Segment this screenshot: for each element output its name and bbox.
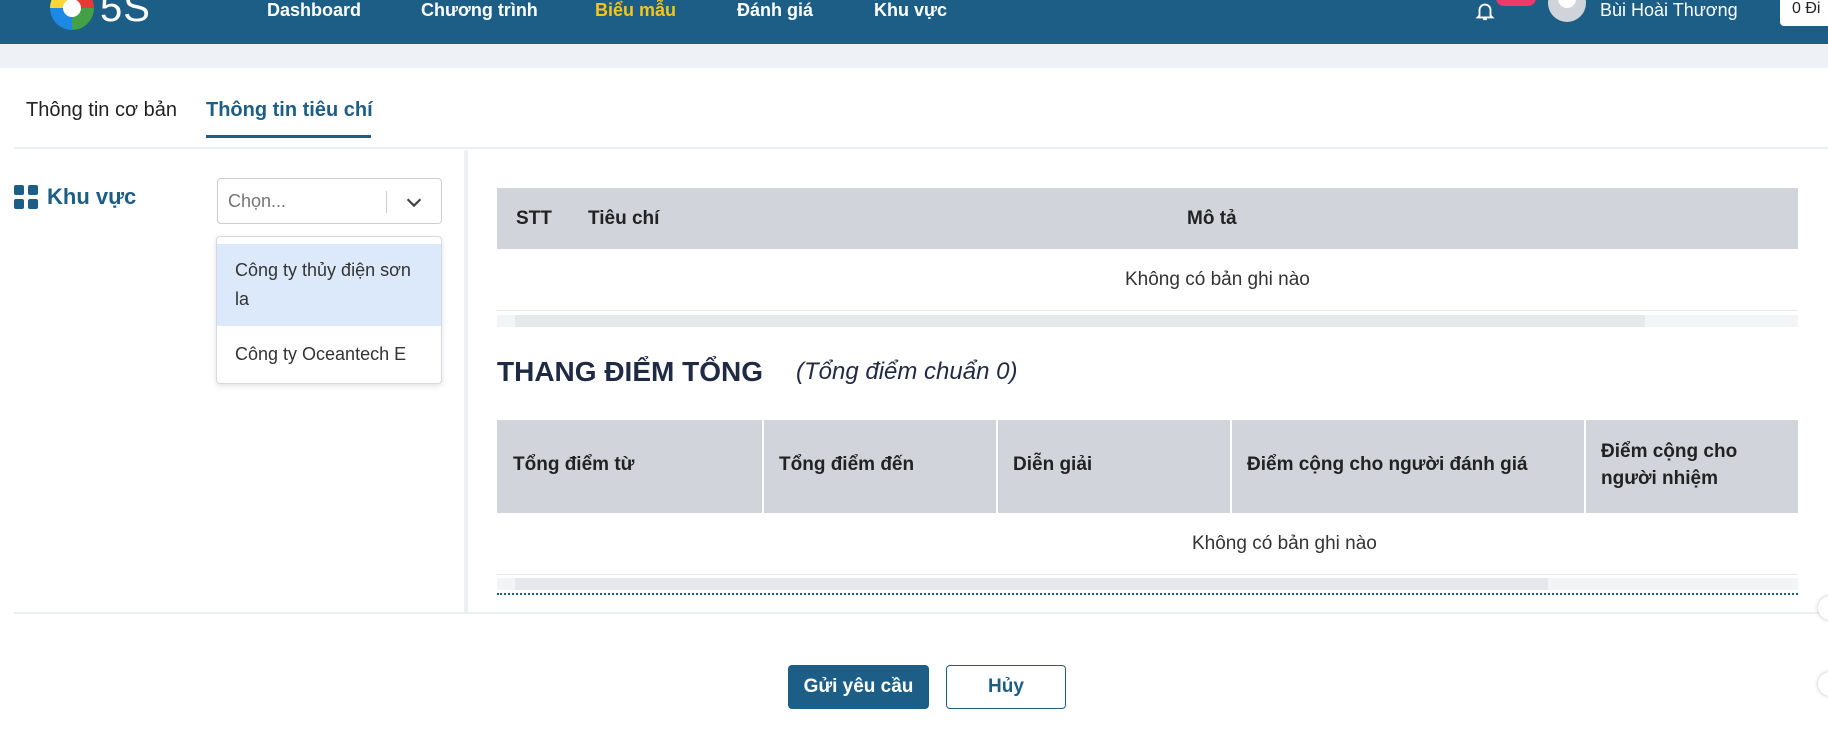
column-divider	[1230, 420, 1232, 513]
tab-basic-info[interactable]: Thông tin cơ bản	[26, 99, 177, 122]
top-navigation-bar: 5S Dashboard Chương trình Biểu mẫu Đánh …	[0, 0, 1828, 44]
totals-table-body: Không có bản ghi nào	[497, 513, 1798, 575]
area-option[interactable]: Công ty Oceantech E	[217, 326, 441, 383]
criteria-table-header: STT Tiêu chí Mô tả	[497, 188, 1798, 249]
column-header-evaluator-bonus: Điểm cộng cho người đánh giá	[1247, 454, 1528, 475]
area-select[interactable]	[217, 178, 442, 224]
area-dropdown-menu: Công ty thủy điện sơn la Công ty Oceante…	[216, 236, 442, 384]
column-header-description: Mô tả	[1187, 208, 1237, 229]
column-divider	[996, 420, 998, 513]
area-label: Khu vực	[47, 184, 137, 209]
column-header-to: Tổng điểm đến	[779, 454, 915, 475]
column-header-from: Tổng điểm từ	[513, 454, 635, 475]
column-header-criteria: Tiêu chí	[588, 208, 660, 229]
select-separator	[386, 191, 387, 213]
submit-request-button[interactable]: Gửi yêu cầu	[788, 665, 929, 709]
scrollbar-thumb[interactable]	[515, 315, 1645, 327]
horizontal-scrollbar[interactable]	[497, 315, 1798, 327]
column-header-responsible-bonus: Điểm cộng cho người nhiệm	[1601, 441, 1738, 489]
panel-divider	[464, 150, 468, 612]
criteria-table-body: Không có bản ghi nào	[497, 249, 1798, 311]
totals-subtitle: (Tổng điểm chuẩn 0)	[796, 358, 1018, 385]
horizontal-scrollbar[interactable]	[497, 578, 1798, 590]
nav-areas[interactable]: Khu vực	[874, 0, 947, 21]
scrollbar-thumb[interactable]	[515, 578, 1548, 590]
nav-programs[interactable]: Chương trình	[421, 0, 538, 21]
notification-badge	[1496, 0, 1536, 6]
app-logo-icon[interactable]	[50, 0, 94, 30]
empty-state-text: Không có bản ghi nào	[1192, 533, 1377, 554]
floating-action-edge[interactable]	[1818, 596, 1828, 620]
dotted-separator	[497, 593, 1798, 595]
tab-divider	[14, 147, 1828, 149]
user-name[interactable]: Bùi Hoài Thương	[1600, 0, 1738, 21]
chevron-down-icon[interactable]	[403, 191, 425, 213]
nav-evaluation[interactable]: Đánh giá	[737, 0, 813, 21]
column-divider	[762, 420, 764, 513]
floating-action-edge[interactable]	[1818, 672, 1828, 696]
column-divider	[1584, 420, 1586, 513]
grid-icon	[14, 185, 38, 209]
column-header-stt: STT	[516, 208, 552, 229]
active-tab-indicator	[206, 135, 371, 138]
empty-state-text: Không có bản ghi nào	[1125, 269, 1310, 290]
column-header-explanation: Diễn giải	[1013, 454, 1093, 475]
totals-table-header: Tổng điểm từ Tổng điểm đến Diễn giải Điể…	[497, 420, 1798, 513]
app-logo-text[interactable]: 5S	[100, 0, 151, 31]
header-strip	[0, 44, 1828, 68]
nav-forms[interactable]: Biểu mẫu	[595, 0, 676, 21]
bell-icon[interactable]	[1474, 0, 1496, 22]
avatar[interactable]	[1548, 0, 1586, 22]
totals-title: THANG ĐIỂM TỔNG	[497, 356, 763, 387]
area-select-input[interactable]	[228, 189, 388, 213]
area-option[interactable]: Công ty thủy điện sơn la	[217, 244, 441, 326]
cancel-button[interactable]: Hủy	[946, 665, 1066, 709]
footer-divider	[14, 612, 1828, 614]
points-badge: 0 Đi	[1780, 0, 1828, 26]
nav-dashboard[interactable]: Dashboard	[267, 0, 361, 21]
tab-criteria-info[interactable]: Thông tin tiêu chí	[206, 99, 373, 122]
